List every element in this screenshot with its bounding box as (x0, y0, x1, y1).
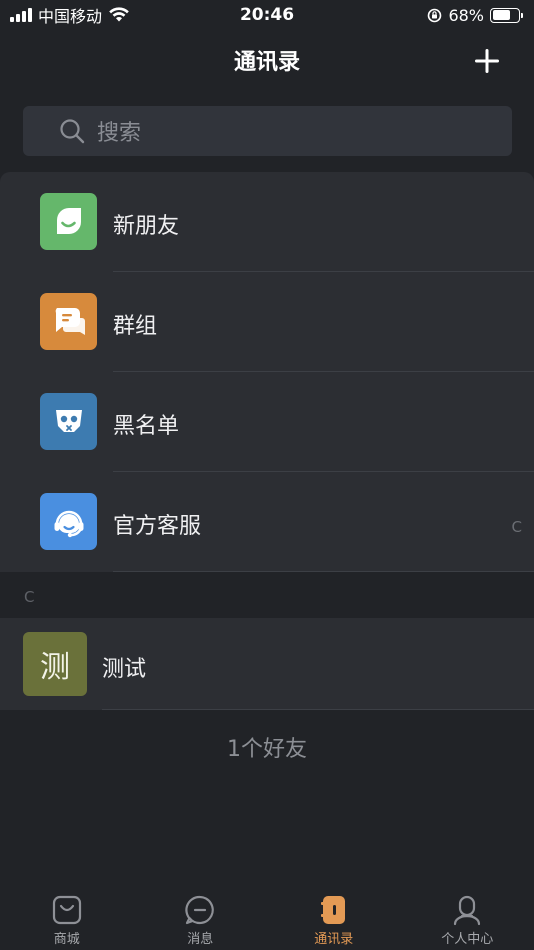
smile-leaf-icon (40, 193, 97, 250)
contacts-book-icon (320, 896, 345, 924)
search-input[interactable]: 搜索 (23, 106, 512, 156)
battery-fill (492, 10, 510, 20)
tab-label: 商城 (53, 932, 80, 947)
menu-item-groups[interactable]: 群组 (0, 272, 534, 372)
wifi-icon (109, 7, 129, 22)
carrier-name: 中国移动 (38, 7, 103, 26)
search-icon (60, 119, 85, 144)
battery-percent: 68% (448, 5, 484, 25)
tab-contacts[interactable]: 通讯录 (267, 886, 401, 950)
search-placeholder: 搜索 (97, 121, 142, 146)
menu-item-customer-service[interactable]: 官方客服 (0, 472, 534, 572)
menu-item-label: 群组 (113, 314, 158, 339)
orientation-lock-icon (428, 8, 442, 22)
shop-bag-icon (52, 895, 81, 925)
menu-item-label: 新朋友 (113, 214, 180, 239)
menu-item-blacklist[interactable]: 黑名单 (0, 372, 534, 472)
menu-item-label: 黑名单 (113, 414, 180, 439)
tab-messages[interactable]: 消息 (134, 886, 268, 950)
status-bar: 中国移动 20:46 68% (0, 0, 534, 30)
friend-count: 1个好友 (227, 737, 307, 762)
divider (113, 571, 534, 572)
add-button[interactable] (470, 44, 504, 78)
plus-icon (475, 49, 499, 73)
tab-shop[interactable]: 商城 (0, 886, 134, 950)
menu-item-new-friends[interactable]: 新朋友 (0, 172, 534, 272)
chat-bubbles-icon (40, 293, 97, 350)
page-title: 通讯录 (233, 50, 300, 75)
navigation-bar: 通讯录 (0, 30, 534, 92)
contact-row[interactable]: 测 测试 (0, 618, 534, 710)
tab-profile[interactable]: 个人中心 (401, 886, 534, 950)
tab-label: 消息 (187, 932, 214, 947)
tab-label: 通讯录 (314, 932, 354, 947)
status-left: 中国移动 (10, 3, 130, 27)
person-icon (454, 895, 481, 926)
function-menu: 新朋友 群组 黑名单 官方客服 (0, 172, 534, 572)
status-right: 68% (427, 5, 523, 25)
contact-name: 测试 (102, 657, 147, 682)
battery-icon (490, 7, 523, 23)
skull-icon (40, 393, 97, 450)
menu-item-label: 官方客服 (113, 514, 202, 539)
message-icon (185, 895, 215, 925)
tab-bar: 商城 消息 通讯录 个人中心 (0, 886, 534, 950)
index-letter[interactable]: C (512, 518, 522, 536)
signal-icon (10, 8, 32, 22)
headset-icon (40, 493, 97, 550)
avatar: 测 (23, 632, 87, 696)
divider (102, 709, 534, 710)
section-header-letter: C (24, 588, 35, 606)
tab-label: 个人中心 (441, 932, 494, 947)
